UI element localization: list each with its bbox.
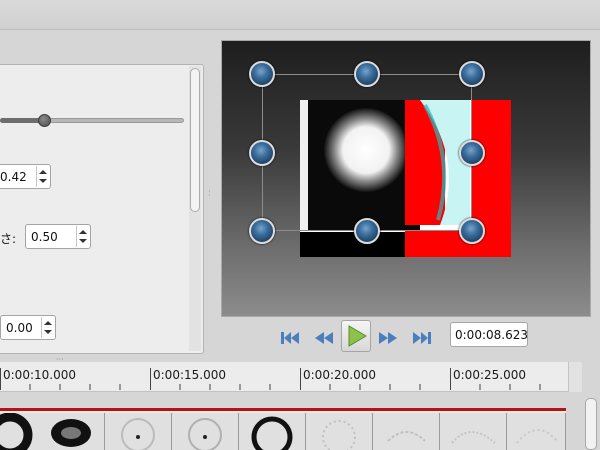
ruler-scroll-area[interactable]: [568, 362, 582, 392]
size-spin-field[interactable]: 0.50: [25, 224, 91, 249]
transform-handle-bottom-right[interactable]: [459, 218, 485, 244]
ruler-label: 0:00:20.000: [303, 368, 376, 382]
properties-scrollbar-thumb[interactable]: [190, 68, 200, 212]
spin-field-bottom-value: 0.00: [6, 321, 33, 335]
clip-thumbnail: [239, 413, 306, 450]
top-toolbar-strip: [0, 0, 600, 30]
timecode-field[interactable]: 0:00:08.623: [450, 322, 528, 347]
transform-handle-top-center[interactable]: [354, 61, 380, 87]
spin-arrows[interactable]: [76, 226, 89, 247]
decrement-icon[interactable]: [39, 179, 47, 183]
clip-thumbnail: [306, 413, 373, 450]
transform-handle-bottom-left[interactable]: [249, 218, 275, 244]
timeline-scrollbar-thumb[interactable]: [585, 398, 597, 450]
spin-field-top-value: 0.42: [0, 170, 27, 184]
transform-bounding-box: [262, 74, 472, 231]
clip-thumbnail: [507, 413, 566, 450]
rewind-icon[interactable]: [310, 324, 338, 352]
clip-thumbnail: [38, 413, 105, 450]
increment-icon[interactable]: [39, 170, 47, 174]
spin-arrows[interactable]: [36, 166, 49, 187]
properties-panel: [0, 64, 204, 354]
transform-handle-top-left[interactable]: [249, 61, 275, 87]
vertical-splitter-grip[interactable]: · ·: [208, 188, 212, 200]
property-slider-handle[interactable]: [38, 114, 51, 127]
spin-field-bottom[interactable]: 0.00: [0, 315, 56, 340]
size-label: さ:: [0, 232, 17, 246]
spin-field-top[interactable]: 0.42: [0, 164, 51, 189]
play-icon[interactable]: [342, 321, 370, 351]
decrement-icon[interactable]: [44, 330, 52, 334]
transform-handle-bottom-center[interactable]: [354, 218, 380, 244]
increment-icon[interactable]: [79, 230, 87, 234]
ruler-label: 0:00:25.000: [453, 368, 526, 382]
transform-handle-middle-left[interactable]: [249, 140, 275, 166]
skip-to-end-icon[interactable]: [408, 324, 436, 352]
transform-handle-middle-right[interactable]: [459, 140, 485, 166]
transform-handle-top-right[interactable]: [459, 61, 485, 87]
clip-thumbnail: [440, 413, 507, 450]
size-spin-value: 0.50: [31, 230, 58, 244]
clip-thumbnail: [105, 413, 172, 450]
clip-selection-bar: [0, 408, 566, 411]
clip-thumbnail: [373, 413, 440, 450]
ruler-label: 0:00:10.000: [3, 368, 76, 382]
fast-forward-icon[interactable]: [374, 324, 402, 352]
skip-to-start-icon[interactable]: [276, 324, 304, 352]
ruler-label: 0:00:15.000: [153, 368, 226, 382]
spin-arrows[interactable]: [41, 317, 54, 338]
decrement-icon[interactable]: [79, 239, 87, 243]
clip-thumbnail: [172, 413, 239, 450]
increment-icon[interactable]: [44, 321, 52, 325]
play-button[interactable]: [341, 320, 371, 352]
